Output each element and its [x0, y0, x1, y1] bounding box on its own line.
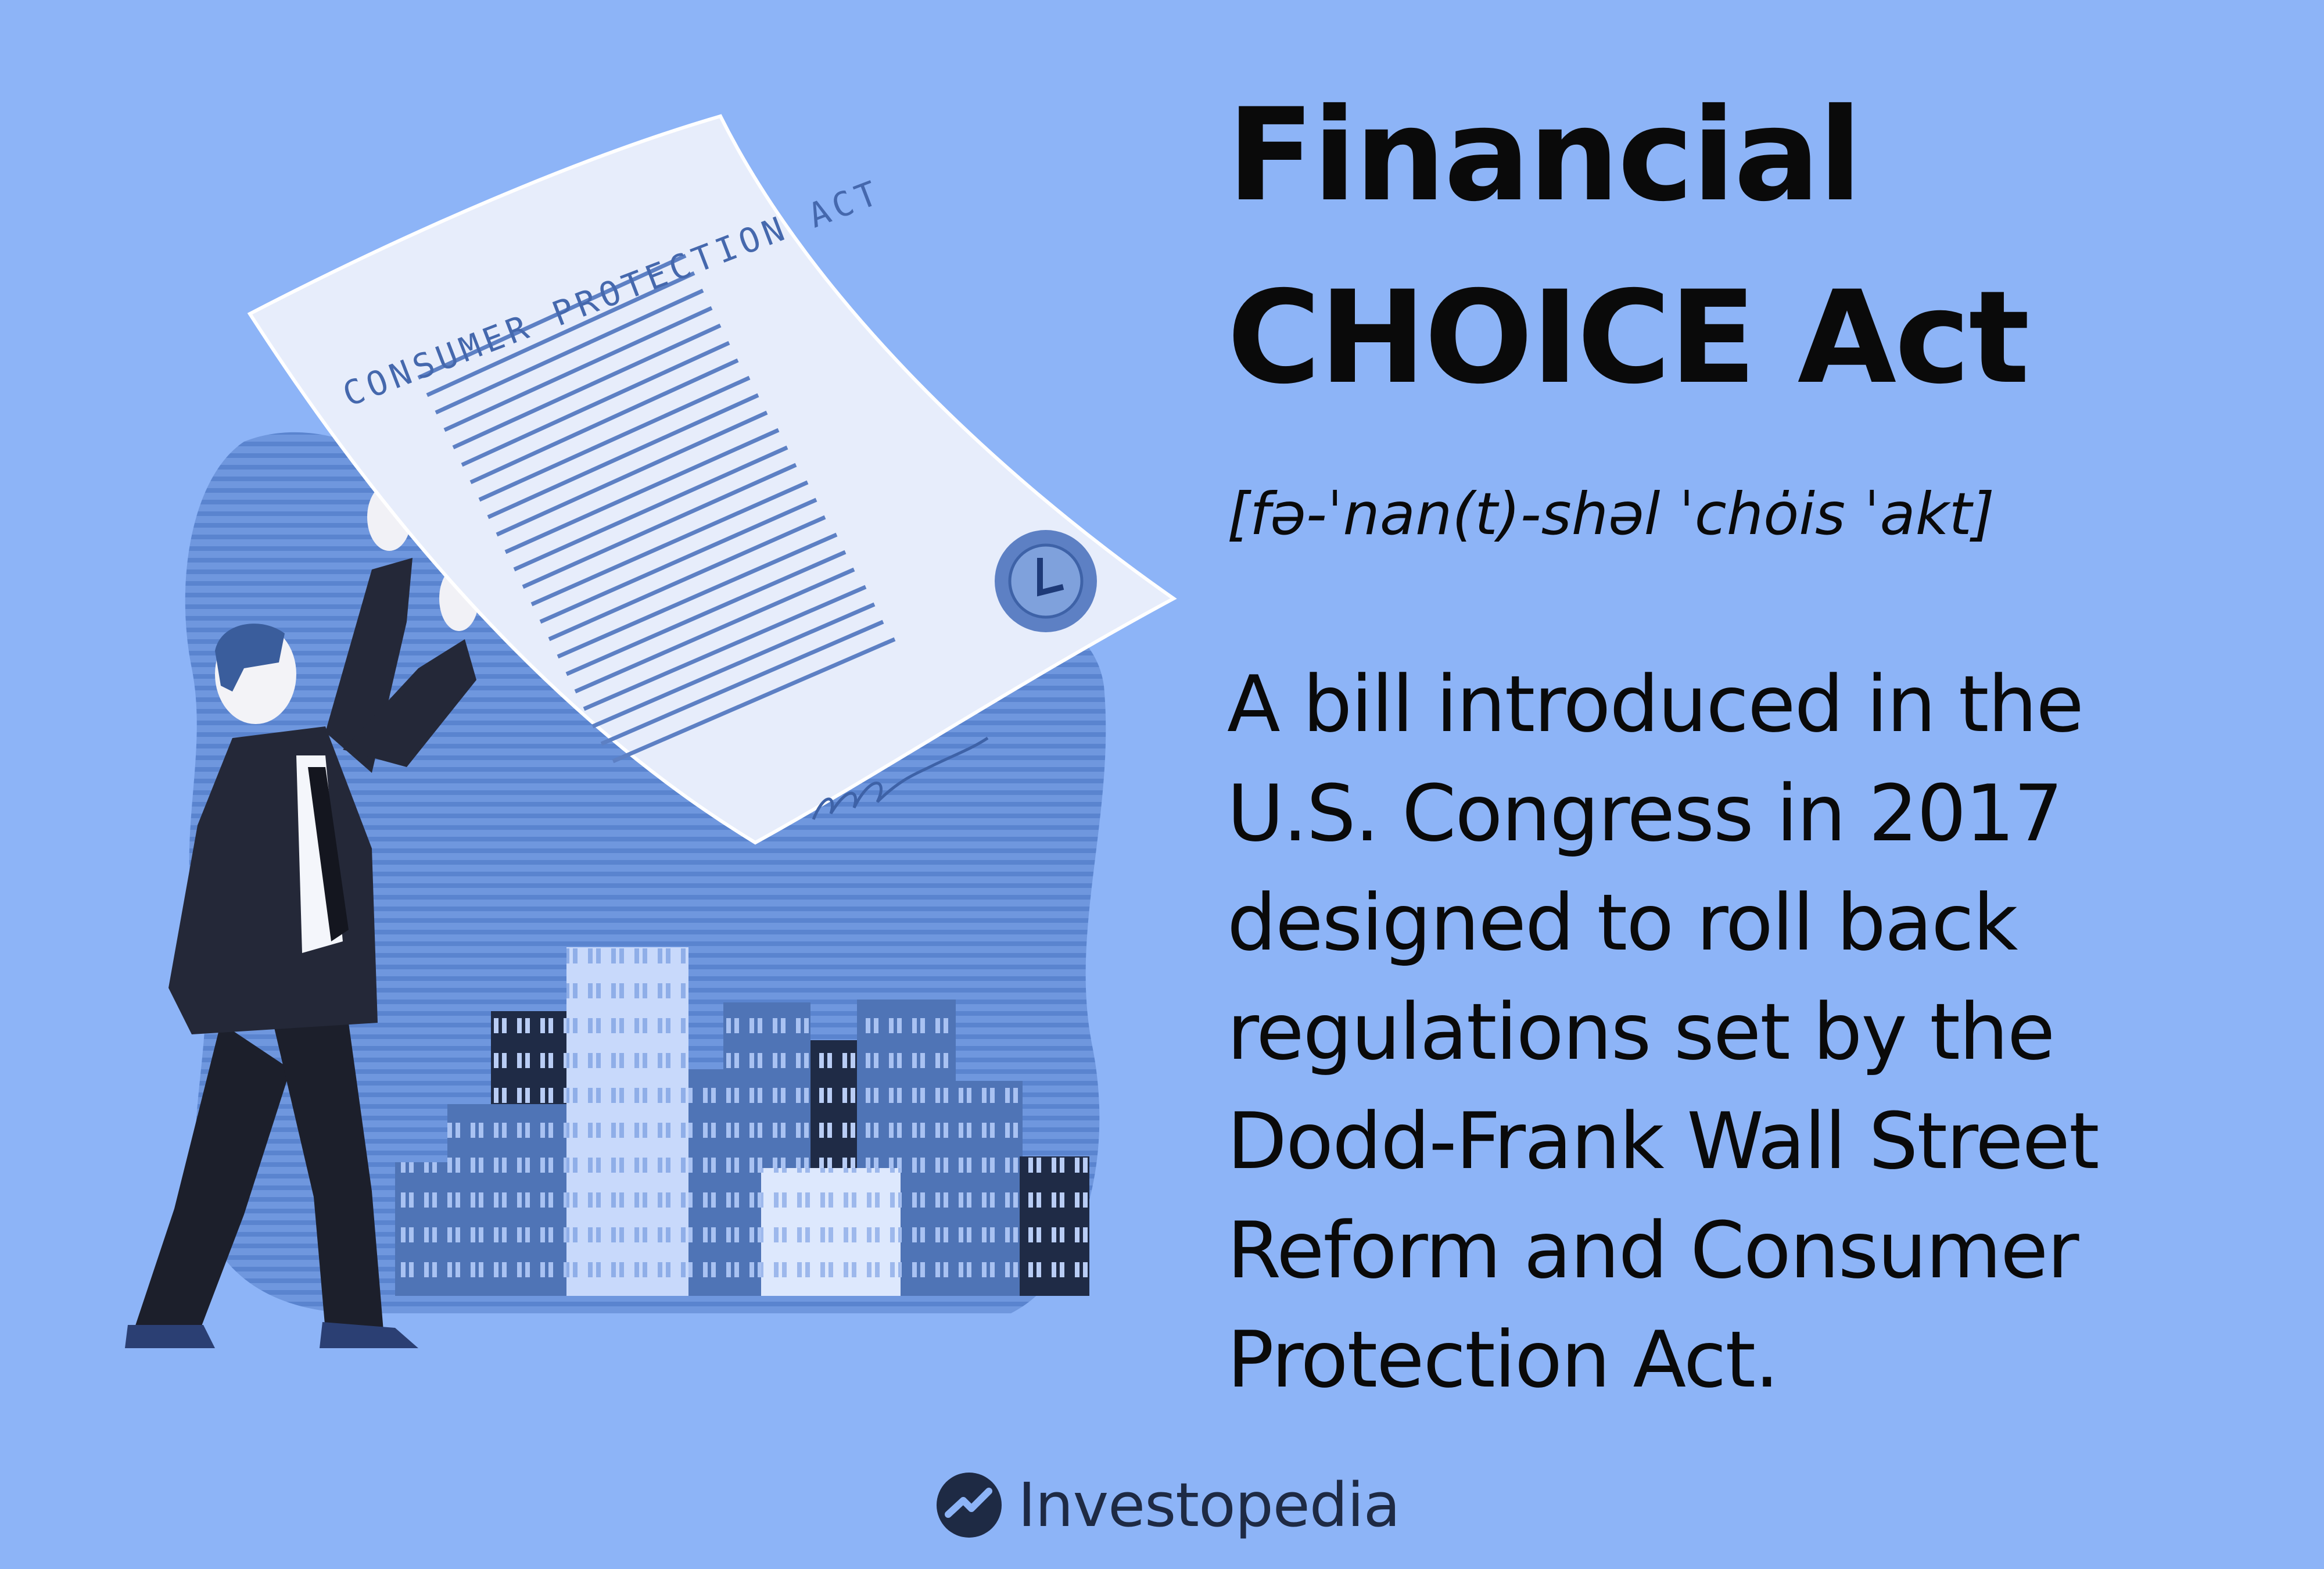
title-line-2: CHOICE Act	[1227, 263, 2030, 412]
seal-stamp-icon	[995, 530, 1097, 632]
page-title: Financial CHOICE Act	[1227, 64, 2273, 429]
pronunciation-text: [fə-ˈnan(t)-shəl ˈchȯis ˈakt]	[1227, 480, 1995, 548]
illustration: CONSUMER PROTECTION ACT	[125, 114, 1177, 1348]
brand-footer[interactable]: Investopedia	[935, 1464, 1400, 1546]
definition-line: U.S. Congress in 2017	[1227, 768, 2063, 859]
definition-line: Protection Act.	[1227, 1314, 1780, 1405]
definition-line: designed to roll back	[1227, 877, 2018, 968]
brand-name: Investopedia	[1018, 1470, 1400, 1541]
infographic-page: CONSUMER PROTECTION ACT Financial CHOICE…	[0, 0, 2324, 1569]
definition-line: A bill introduced in the	[1227, 659, 2084, 750]
title-line-1: Financial	[1227, 81, 1862, 230]
investopedia-logo-icon	[937, 1473, 1002, 1538]
definition-text: A bill introduced in the U.S. Congress i…	[1227, 650, 2308, 1414]
definition-line: Dodd-Frank Wall Street	[1227, 1096, 2100, 1187]
definition-line: Reform and Consumer	[1227, 1205, 2079, 1296]
definition-line: regulations set by the	[1227, 987, 2055, 1077]
